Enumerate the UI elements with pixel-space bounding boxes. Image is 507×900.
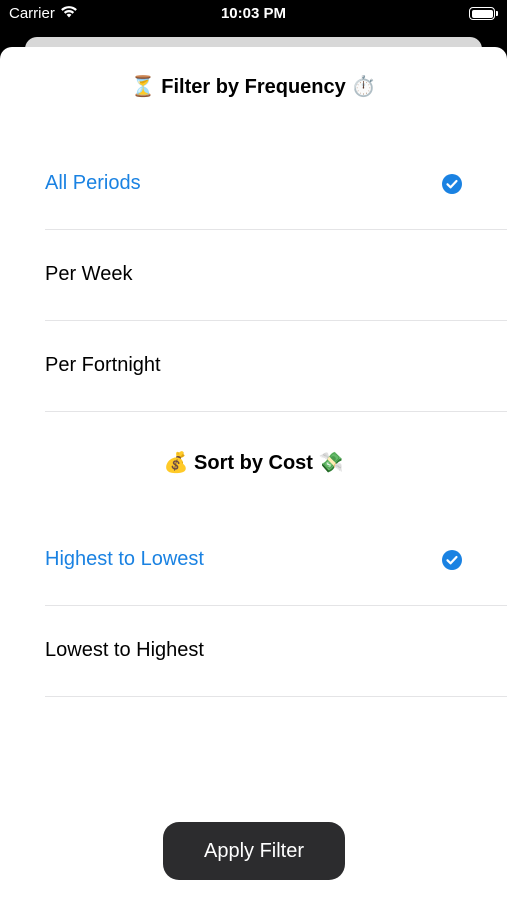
status-bar: Carrier 10:03 PM [0,0,507,30]
option-per-fortnight[interactable]: Per Fortnight [45,320,507,411]
apply-filter-button[interactable]: Apply Filter [163,822,345,880]
money-with-wings-icon: 💸 [318,452,344,474]
option-lowest-to-highest[interactable]: Lowest to Highest [45,605,507,696]
option-label: Highest to Lowest [45,548,204,570]
row-separator [45,411,507,412]
checkmark-icon [442,549,462,570]
status-time: 10:03 PM [220,5,287,22]
option-highest-to-lowest[interactable]: Highest to Lowest [45,514,507,605]
battery-full-icon [469,7,498,20]
option-per-week[interactable]: Per Week [45,229,507,320]
option-label: Per Week [45,263,133,285]
option-all-periods[interactable]: All Periods [45,138,507,229]
cost-section-title: 💰 Sort by Cost 💸 [0,450,507,475]
hourglass-icon: ⏳ [130,76,156,98]
option-label: All Periods [45,172,141,194]
row-separator [45,696,507,697]
cost-title-text: Sort by Cost [194,452,313,474]
stopwatch-icon: ⏱️ [351,76,377,98]
option-label: Lowest to Highest [45,639,204,661]
frequency-title-text: Filter by Frequency [161,76,346,98]
money-bag-icon: 💰 [163,452,189,474]
checkmark-icon [442,173,462,194]
filter-sheet: ⏳ Filter by Frequency ⏱️ All Periods Per… [0,47,507,900]
frequency-section-title: ⏳ Filter by Frequency ⏱️ [0,74,507,99]
option-label: Per Fortnight [45,354,161,376]
